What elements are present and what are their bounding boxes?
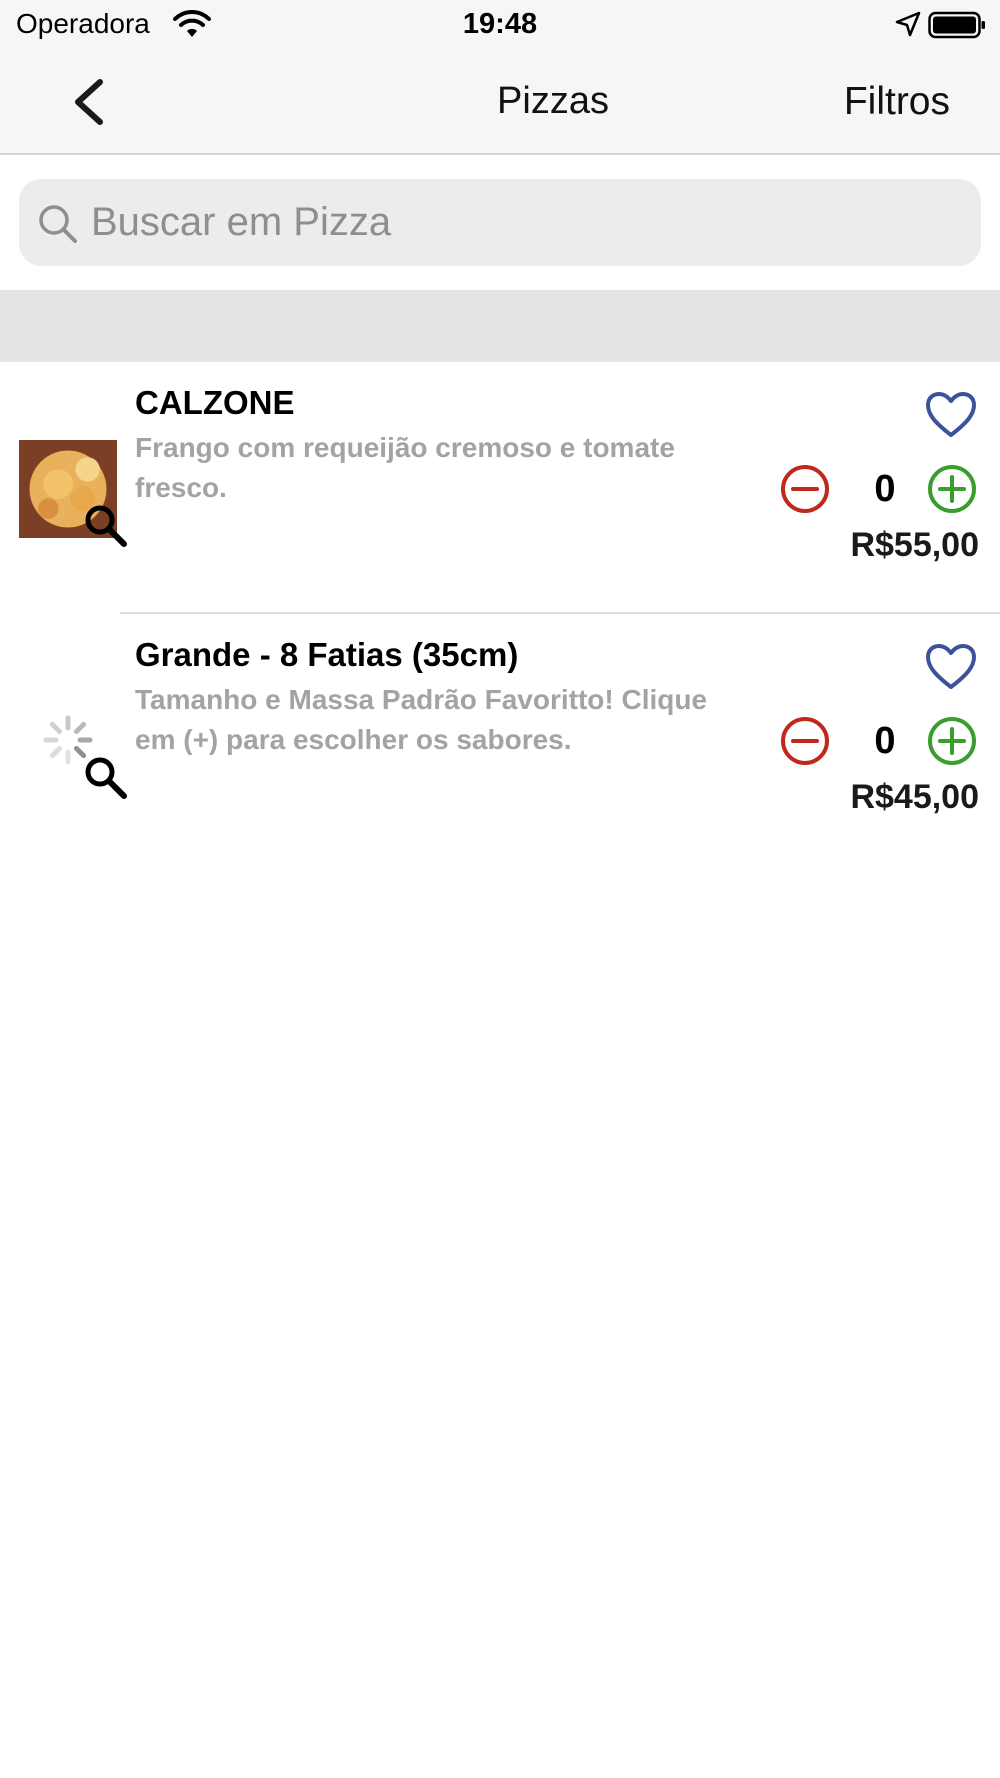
heart-icon[interactable] xyxy=(924,642,978,692)
search-area xyxy=(0,157,1000,290)
decrease-quantity-button[interactable] xyxy=(780,716,830,766)
item-title: Grande - 8 Fatias (35cm) xyxy=(135,636,519,673)
item-price: R$55,00 xyxy=(850,526,979,564)
quantity-value: 0 xyxy=(874,720,896,762)
search-bar[interactable] xyxy=(19,179,981,266)
increase-quantity-button[interactable] xyxy=(927,716,977,766)
section-header xyxy=(0,290,1000,362)
list-item[interactable]: Grande - 8 Fatias (35cm) Tamanho e Massa… xyxy=(0,614,1000,866)
location-arrow-icon xyxy=(895,11,921,37)
search-input[interactable] xyxy=(91,179,961,266)
filters-button[interactable]: Filtros xyxy=(844,80,950,124)
battery-full-icon xyxy=(928,11,985,39)
item-title: CALZONE xyxy=(135,384,295,421)
zoom-icon[interactable] xyxy=(82,502,130,550)
increase-quantity-button[interactable] xyxy=(927,464,977,514)
status-bar: Operadora 19:48 xyxy=(0,0,1000,50)
navigation-bar: Pizzas Filtros xyxy=(0,50,1000,155)
list-item[interactable]: CALZONE Frango com requeijão cremoso e t… xyxy=(0,362,1000,614)
zoom-icon[interactable] xyxy=(82,754,130,802)
status-time: 19:48 xyxy=(462,8,538,40)
search-icon xyxy=(39,205,77,243)
quantity-value: 0 xyxy=(874,468,896,510)
item-price: R$45,00 xyxy=(850,778,979,816)
heart-icon[interactable] xyxy=(924,390,978,440)
item-description: Frango com requeijão cremoso e tomate fr… xyxy=(135,432,675,503)
item-description: Tamanho e Massa Padrão Favoritto! Clique… xyxy=(135,684,708,755)
decrease-quantity-button[interactable] xyxy=(780,464,830,514)
